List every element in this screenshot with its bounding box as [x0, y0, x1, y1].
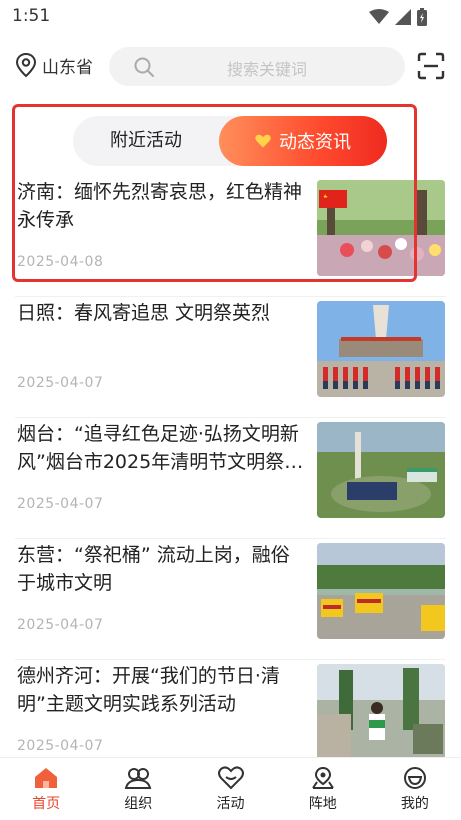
home-icon: [35, 768, 58, 788]
tab-organization-label: 组织: [124, 796, 153, 812]
heart-outline-icon: [217, 766, 244, 790]
news-thumbnail: [317, 543, 445, 639]
news-thumbnail: [317, 180, 445, 276]
news-date: 2025-04-07: [17, 375, 104, 391]
location-label: 山东省: [42, 57, 93, 78]
bottom-tab-bar: 首页 组织 活动 阵地 我的: [0, 757, 461, 820]
top-bar: 山东省 搜索关键词: [0, 44, 461, 88]
status-icons: [369, 8, 427, 26]
segment-toggle: 附近活动 动态资讯: [73, 116, 387, 166]
search-placeholder: 搜索关键词: [226, 60, 307, 79]
tab-nearby-activities[interactable]: 附近活动: [73, 116, 219, 166]
tab-home-label: 首页: [32, 796, 61, 812]
tab-news-label: 动态资讯: [279, 132, 351, 153]
location-selector[interactable]: 山东省: [14, 52, 93, 78]
news-thumbnail: [317, 301, 445, 397]
location-pin-icon: [15, 52, 37, 78]
heart-icon: [255, 134, 271, 148]
news-date: 2025-04-07: [17, 617, 104, 633]
news-date: 2025-04-07: [17, 496, 104, 512]
tab-mine[interactable]: 我的: [369, 758, 461, 820]
group-icon: [125, 768, 152, 789]
signal-icon: [395, 9, 411, 25]
news-thumbnail: [317, 422, 445, 518]
tab-activities[interactable]: 活动: [184, 758, 276, 820]
tab-home[interactable]: 首页: [0, 758, 92, 820]
search-input[interactable]: 搜索关键词: [109, 47, 405, 86]
tab-position-label: 阵地: [308, 796, 337, 812]
scan-icon[interactable]: [417, 52, 445, 80]
news-item[interactable]: 日照：春风寄追思 文明祭英烈 2025-04-07: [0, 297, 461, 418]
tab-mine-label: 我的: [400, 796, 429, 812]
tab-activities-label: 活动: [216, 796, 245, 812]
status-bar: 1:51: [0, 0, 461, 34]
news-item[interactable]: 烟台：“追寻红色足迹·弘扬文明新风”烟台市2025年清明节文明祭扫活动 2025…: [0, 418, 461, 539]
tab-organization[interactable]: 组织: [92, 758, 184, 820]
news-item[interactable]: 济南：缅怀先烈寄哀思，红色精神永传承 2025-04-08: [0, 176, 461, 297]
news-date: 2025-04-08: [17, 254, 104, 270]
news-item[interactable]: 东营：“祭祀桶” 流动上岗，融俗于城市文明 2025-04-07: [0, 539, 461, 660]
tab-position[interactable]: 阵地: [277, 758, 369, 820]
status-time: 1:51: [12, 6, 51, 26]
news-thumbnail: [317, 664, 445, 760]
map-pin-icon: [311, 766, 334, 789]
news-title: 德州齐河：开展“我们的节日·清明”主题文明实践系列活动: [17, 665, 280, 715]
news-list: 济南：缅怀先烈寄哀思，红色精神永传承 2025-04-08 日照：春风寄追思 文…: [0, 176, 461, 781]
news-date: 2025-04-07: [17, 738, 104, 754]
news-title: 济南：缅怀先烈寄哀思，红色精神永传承: [17, 181, 303, 231]
battery-icon: [417, 8, 427, 26]
news-title: 日照：春风寄追思 文明祭英烈: [17, 302, 271, 324]
tab-news[interactable]: 动态资讯: [219, 116, 387, 166]
smile-icon: [403, 767, 426, 789]
news-title: 东营：“祭祀桶” 流动上岗，融俗于城市文明: [17, 544, 290, 594]
news-title: 烟台：“追寻红色足迹·弘扬文明新风”烟台市2025年清明节文明祭扫活动: [17, 423, 304, 473]
wifi-icon: [369, 9, 389, 24]
